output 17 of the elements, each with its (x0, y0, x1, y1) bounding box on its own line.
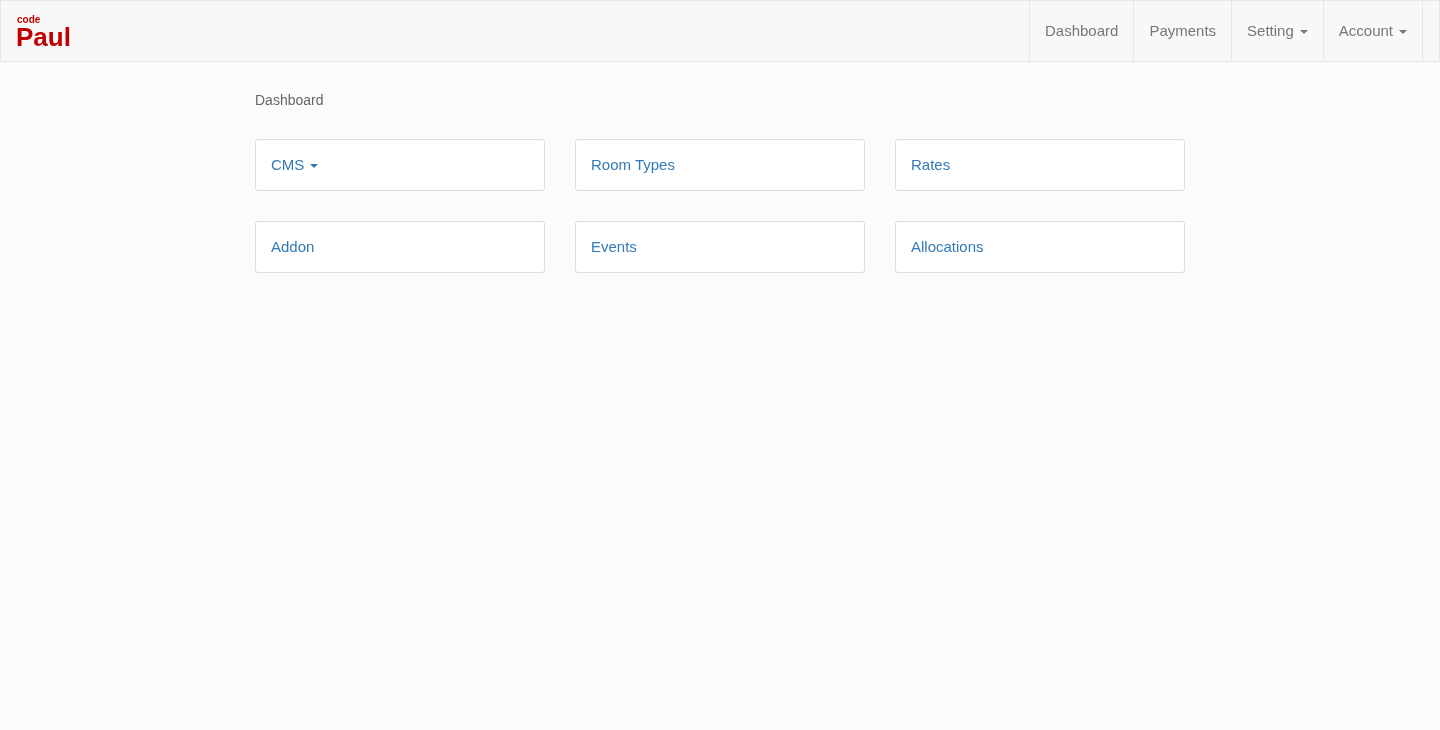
logo[interactable]: code Paul (1, 1, 71, 61)
nav-link[interactable]: Setting (1231, 1, 1323, 61)
menu-tile[interactable]: Allocations (895, 221, 1185, 273)
nav-link[interactable]: Payments (1133, 1, 1232, 61)
nav-link[interactable]: Dashboard (1029, 1, 1134, 61)
caret-icon (1399, 30, 1407, 34)
menu-tile[interactable]: Rates (895, 139, 1185, 191)
logo-text: Paul (16, 25, 71, 49)
caret-icon (1299, 30, 1308, 34)
logo-small-text: code (16, 15, 42, 25)
caret-icon (310, 164, 319, 168)
breadcrumb: Dashboard (255, 91, 325, 110)
nav-link[interactable]: Account (1322, 1, 1422, 61)
menu-tile[interactable]: CMS (255, 139, 545, 191)
menu-tile[interactable]: Room Types (575, 139, 865, 191)
menu-tile[interactable]: Addon (255, 221, 545, 273)
menu-tile[interactable]: Events (575, 221, 865, 273)
